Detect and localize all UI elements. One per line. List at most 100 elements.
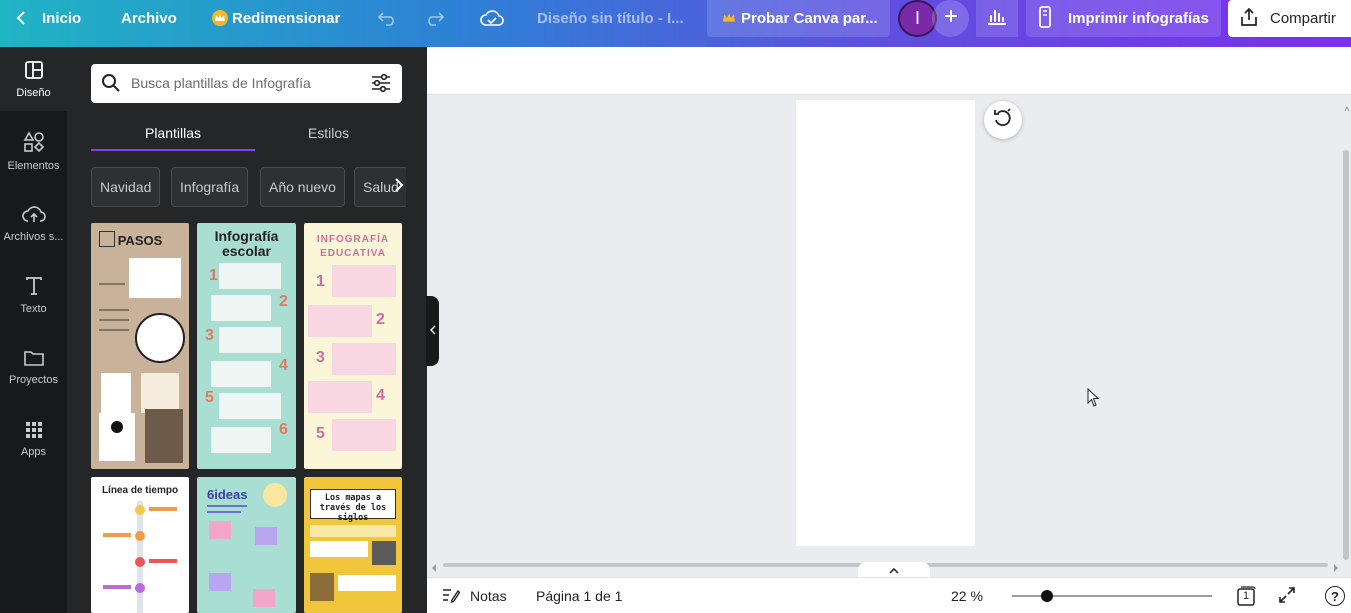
print-label: Imprimir infografías xyxy=(1068,10,1209,27)
template-decoration xyxy=(145,409,183,463)
template-decoration xyxy=(129,258,181,298)
template-card[interactable]: INFOGRAFÍA EDUCATIVA 1 2 3 4 5 xyxy=(304,223,402,469)
chip-navidad[interactable]: Navidad xyxy=(91,167,161,207)
collapse-panel-button[interactable] xyxy=(426,296,439,366)
scroll-up-icon[interactable] xyxy=(1344,100,1350,118)
search-placeholder: Busca plantillas de Infografía xyxy=(131,75,311,91)
template-decoration xyxy=(255,527,277,545)
template-decoration xyxy=(310,525,396,537)
cloud-upload-icon xyxy=(21,204,46,227)
template-search-input[interactable]: Busca plantillas de Infografía xyxy=(91,64,402,103)
template-text-line xyxy=(99,329,129,331)
rail-item-elements[interactable]: Elementos xyxy=(0,119,67,183)
filter-icon[interactable] xyxy=(371,73,391,97)
chip-infografia[interactable]: Infografía xyxy=(171,167,249,207)
template-decoration xyxy=(219,327,281,353)
template-decoration xyxy=(219,393,281,419)
template-card[interactable]: Línea de tiempo xyxy=(91,477,189,613)
try-canva-pro-button[interactable]: Probar Canva par... xyxy=(707,0,890,37)
page-grid-button[interactable]: 1 xyxy=(1236,578,1256,613)
rail-item-label: Proyectos xyxy=(9,373,58,386)
template-decoration xyxy=(149,507,177,511)
context-toolbar xyxy=(427,47,1351,95)
home-button[interactable]: Inicio xyxy=(14,0,81,36)
template-decoration xyxy=(253,589,275,607)
rail-item-apps[interactable]: Apps xyxy=(0,407,67,471)
rotate-icon xyxy=(992,107,1014,133)
layout-icon xyxy=(24,60,44,83)
page-indicator[interactable]: Página 1 de 1 xyxy=(536,578,622,613)
template-decoration xyxy=(332,265,396,297)
template-text-line xyxy=(99,309,129,311)
resize-button[interactable]: Redimensionar xyxy=(212,0,340,36)
fullscreen-button[interactable] xyxy=(1278,578,1296,613)
template-decoration xyxy=(338,575,396,591)
redo-button[interactable] xyxy=(424,0,444,36)
print-icon xyxy=(1038,5,1052,32)
chevron-left-icon xyxy=(14,10,30,26)
category-chips: Navidad Infografía Año nuevo Salud xyxy=(91,167,406,207)
notes-button[interactable]: Notas xyxy=(442,578,507,613)
template-decoration xyxy=(135,531,145,541)
template-decoration xyxy=(263,483,287,507)
chevron-left-icon xyxy=(429,322,436,340)
tab-styles[interactable]: Estilos xyxy=(255,115,402,151)
template-number: 1 xyxy=(316,273,325,290)
insights-button[interactable] xyxy=(976,0,1018,37)
template-title: INFOGRAFÍA EDUCATIVA xyxy=(316,234,390,259)
template-decoration xyxy=(209,521,231,539)
help-button[interactable]: ? xyxy=(1325,578,1345,613)
chip-ano-nuevo[interactable]: Año nuevo xyxy=(260,167,345,207)
template-title: 6ideas xyxy=(207,487,248,502)
add-collaborator-button[interactable] xyxy=(932,0,969,37)
crown-icon xyxy=(723,10,735,27)
template-number: 1 xyxy=(209,267,218,284)
try-canva-label: Probar Canva par... xyxy=(741,10,878,27)
template-number: 3 xyxy=(316,349,325,366)
rail-item-label: Elementos xyxy=(7,159,60,172)
rail-item-design[interactable]: Diseño xyxy=(0,47,67,111)
template-decoration xyxy=(135,583,145,593)
template-card[interactable]: 6ideas xyxy=(197,477,296,613)
zoom-value[interactable]: 22 % xyxy=(951,578,983,613)
expand-pages-button[interactable] xyxy=(858,562,930,578)
undo-icon xyxy=(378,10,398,26)
rail-item-projects[interactable]: Proyectos xyxy=(0,335,67,399)
document-title[interactable]: Diseño sin título - I... xyxy=(537,0,684,36)
fullscreen-icon xyxy=(1278,586,1296,607)
templates-panel: Busca plantillas de Infografía Plantilla… xyxy=(67,47,427,613)
apps-grid-icon xyxy=(25,421,43,442)
page-count: 1 xyxy=(1242,590,1250,602)
file-menu[interactable]: Archivo xyxy=(121,0,177,36)
tab-templates[interactable]: Plantillas xyxy=(91,115,255,151)
template-number: 4 xyxy=(376,387,385,404)
template-card[interactable]: PASOS xyxy=(91,223,189,469)
resize-label: Redimensionar xyxy=(232,9,341,27)
template-card[interactable]: Infografía escolar 1 2 3 4 5 6 xyxy=(197,223,296,469)
scroll-left-icon[interactable] xyxy=(431,560,437,578)
chips-next-button[interactable] xyxy=(389,171,409,203)
template-decoration xyxy=(211,427,271,453)
rail-item-text[interactable]: Texto xyxy=(0,263,67,327)
design-page[interactable] xyxy=(796,100,975,546)
print-infographics-button[interactable]: Imprimir infografías xyxy=(1026,0,1221,37)
template-decoration xyxy=(209,573,231,591)
refresh-page-button[interactable] xyxy=(984,101,1022,139)
template-text-line xyxy=(207,505,247,507)
save-status[interactable] xyxy=(480,0,504,36)
zoom-slider-handle[interactable] xyxy=(1041,590,1054,602)
template-card[interactable]: Los mapas a través de los siglos xyxy=(304,477,402,613)
help-icon: ? xyxy=(1325,586,1345,606)
plus-icon xyxy=(944,9,958,28)
undo-button[interactable] xyxy=(378,0,398,36)
template-decoration xyxy=(135,557,145,567)
vertical-scrollbar[interactable] xyxy=(1343,150,1349,560)
share-button[interactable]: Compartir xyxy=(1228,0,1351,37)
rail-item-uploads[interactable]: Archivos s... xyxy=(0,191,67,255)
template-text-line xyxy=(99,283,125,285)
template-decoration xyxy=(135,313,185,363)
template-decoration xyxy=(103,585,131,589)
shapes-icon xyxy=(23,130,45,156)
redo-icon xyxy=(424,10,444,26)
scroll-right-icon[interactable] xyxy=(1333,560,1339,578)
